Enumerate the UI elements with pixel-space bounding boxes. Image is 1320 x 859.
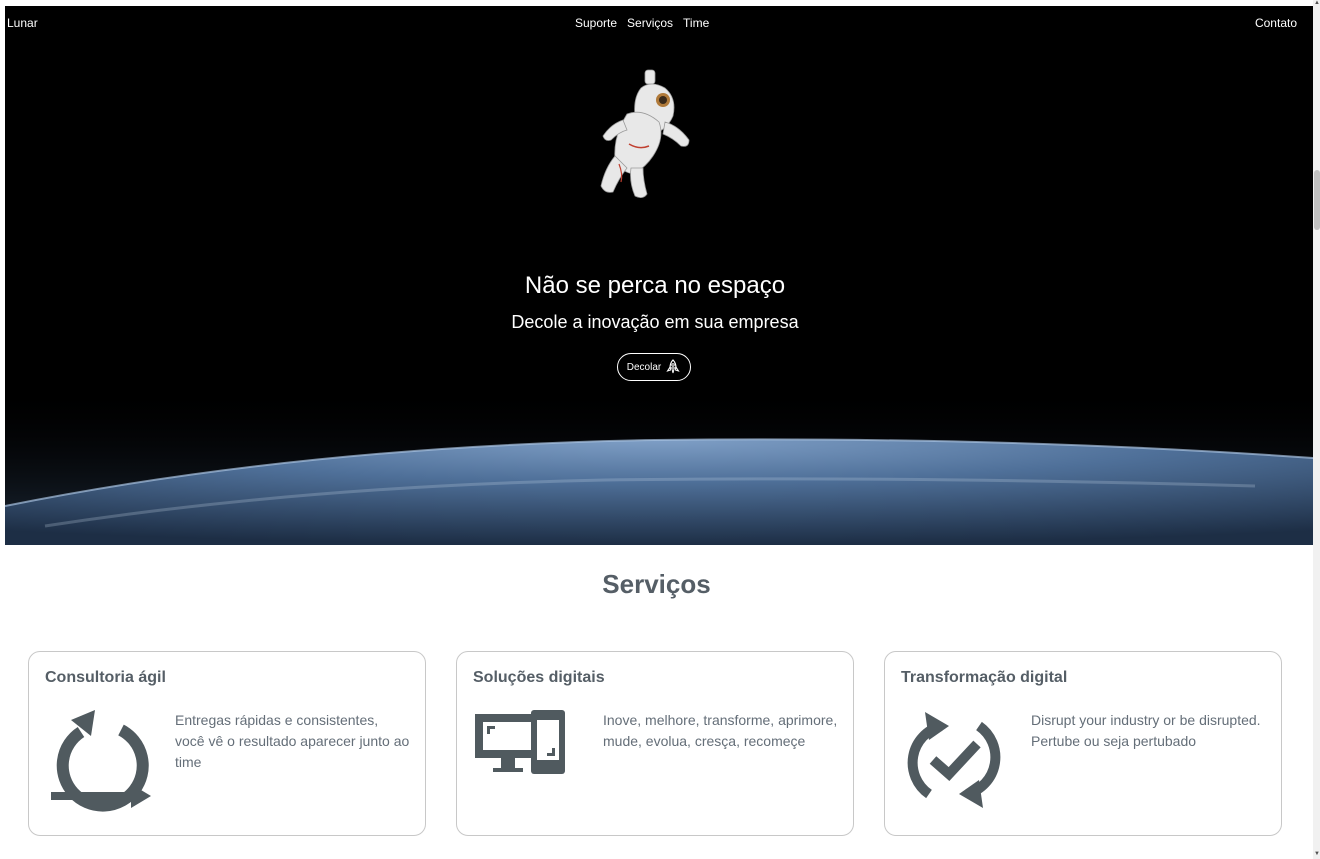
service-card-title: Transformação digital [901,669,1068,686]
scroll-up-arrow-icon[interactable]: ▲ [1314,0,1320,6]
sync-check-icon [907,712,1001,808]
decolar-button[interactable]: Decolar [617,353,691,381]
service-card-text: Entregas rápidas e consistentes, você vê… [175,712,410,770]
hero-subtitle: Decole a inovação em sua empresa [511,312,799,332]
service-card-digital-transformation: Transformação digital Disrupt your indus… [884,651,1282,836]
nav-link-contato[interactable]: Contato [1255,16,1297,30]
service-card-digital-solutions: Soluções digitais Inove, melhore, transf… [456,651,854,836]
page: Lunar Suporte Serviços Time Contato Não … [0,0,1313,859]
nav-link-servicos[interactable]: Serviços [627,16,673,30]
decolar-button-label: Decolar [626,361,662,373]
service-card-title: Consultoria ágil [45,669,166,686]
brand-logo-link[interactable]: Lunar [7,16,38,30]
rocket-icon [666,359,680,374]
nav-link-suporte[interactable]: Suporte [575,16,617,30]
service-card-text: Disrupt your industry or be disrupted. P… [1031,712,1261,749]
scroll-down-arrow-icon[interactable]: ▼ [1314,851,1320,857]
agile-cycle-icon [51,710,151,812]
services-heading: Serviços [602,569,711,599]
nav-link-time[interactable]: Time [683,16,709,30]
astronaut-image [600,69,690,198]
hero-title: Não se perca no espaço [524,272,786,299]
devices-icon [475,710,565,774]
service-card-agile: Consultoria ágil Entregas rápidas e cons… [28,651,426,836]
service-card-text: Inove, melhore, transforme, aprimore, mu… [603,712,838,749]
hero-banner: Lunar Suporte Serviços Time Contato Não … [5,6,1313,545]
scrollbar-thumb[interactable] [1314,170,1320,230]
main-nav: Suporte Serviços Time [575,16,709,30]
service-card-title: Soluções digitais [473,669,605,686]
page-scrollbar[interactable]: ▲ ▼ [1313,0,1320,859]
